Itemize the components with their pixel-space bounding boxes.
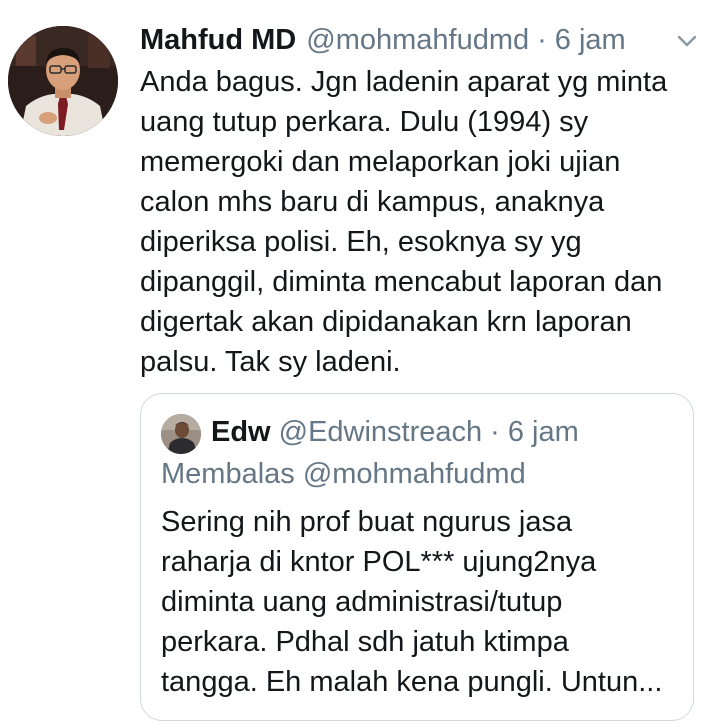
tweet-body-line: Anda bagus. Jgn ladenin aparat yg minta [140, 66, 668, 98]
tweet-body-line: calon mhs baru di kampus, anaknya [140, 186, 605, 218]
author-handle[interactable]: @mohmahfudmd [306, 20, 529, 60]
separator-dot: · [537, 24, 547, 56]
quoted-author-name[interactable]: Edw [211, 412, 271, 452]
quoted-author-avatar[interactable] [161, 414, 201, 454]
tweet-header: Mahfud MD @mohmahfudmd · 6 jam [140, 20, 626, 60]
quoted-body-line: tangga. Eh malah kena pungli. Untun... [161, 666, 663, 698]
quoted-body-line: Sering nih prof buat ngurus jasa [161, 506, 573, 538]
quoted-tweet-body: Sering nih prof buat ngurus jasa raharja… [161, 502, 681, 702]
tweet[interactable]: Mahfud MD @mohmahfudmd · 6 jam Anda bagu… [0, 0, 720, 725]
tweet-body-line: diperiksa polisi. Eh, esoknya sy yg [140, 226, 582, 258]
quoted-author-handle[interactable]: @Edwinstreach [279, 412, 483, 452]
tweet-body-line: memergoki dan melaporkan joki ujian [140, 146, 621, 178]
tweet-body: Anda bagus. Jgn ladenin aparat yg minta … [140, 62, 708, 382]
author-avatar[interactable] [8, 26, 118, 136]
author-avatar-image [8, 26, 118, 136]
quoted-tweet-timestamp[interactable]: 6 jam [508, 412, 579, 452]
tweet-body-line: digertak akan dipidanakan krn laporan [140, 306, 632, 338]
author-name[interactable]: Mahfud MD [140, 20, 296, 60]
quoted-author-avatar-image [161, 414, 201, 454]
quoted-tweet-header: Edw @Edwinstreach · 6 jam [211, 412, 579, 452]
separator-dot: · [490, 416, 500, 448]
quoted-body-line: perkara. Pdhal sdh jatuh ktimpa [161, 626, 569, 658]
tweet-body-line: palsu. Tak sy ladeni. [140, 346, 401, 378]
chevron-down-icon[interactable] [674, 30, 700, 52]
tweet-timestamp[interactable]: 6 jam [555, 20, 626, 60]
quoted-body-line: raharja di kntor POL*** ujung2nya [161, 546, 597, 578]
replying-to-label[interactable]: Membalas @mohmahfudmd [161, 454, 526, 494]
tweet-body-line: uang tutup perkara. Dulu (1994) sy [140, 106, 589, 138]
quoted-tweet-card[interactable]: Edw @Edwinstreach · 6 jam Membalas @mohm… [140, 393, 694, 721]
tweet-body-line: dipanggil, diminta mencabut laporan dan [140, 266, 663, 298]
quoted-body-line: diminta uang administrasi/tutup [161, 586, 563, 618]
